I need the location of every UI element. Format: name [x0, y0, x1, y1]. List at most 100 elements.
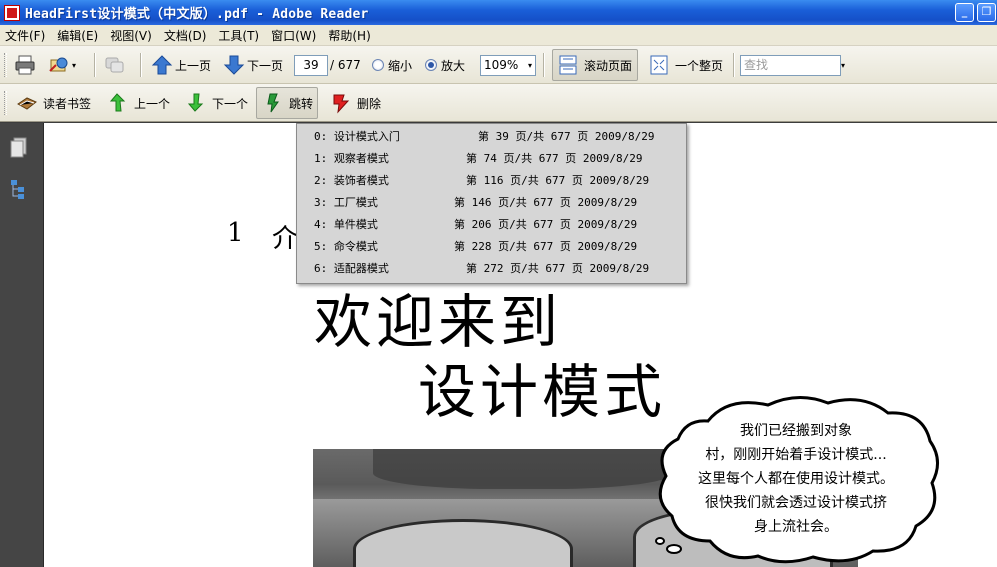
bookmark-info: 第 272 页/共 677 页 2009/8/29	[466, 262, 650, 275]
main-toolbar: ▾ 上一页 下一页 39 / 677 缩小 放大 109% ▾ 滚动页面 一个整…	[0, 46, 997, 84]
bookmark-name: 1: 观察者模式	[314, 152, 389, 165]
chevron-down-icon[interactable]: ▾	[72, 61, 76, 70]
menu-document[interactable]: 文档(D)	[159, 27, 212, 44]
heading-line-2: 设计模式	[418, 358, 667, 426]
zoom-in-label: 放大	[441, 58, 466, 73]
bookmark-info: 第 39 页/共 677 页 2009/8/29	[478, 130, 655, 143]
previous-bookmark-button[interactable]: 上一个	[107, 84, 170, 122]
zoom-out-radio-icon	[372, 59, 384, 71]
bookmark-name: 2: 装饰者模式	[314, 174, 389, 187]
bookmark-info: 第 206 页/共 677 页 2009/8/29	[454, 218, 638, 231]
bookmark-item[interactable]: 1: 观察者模式 第 74 页/共 677 页 2009/8/29	[297, 148, 686, 170]
bookmark-item[interactable]: 0: 设计模式入门 第 39 页/共 677 页 2009/8/29	[297, 126, 686, 148]
bookmark-item[interactable]: 2: 装饰者模式 第 116 页/共 677 页 2009/8/29	[297, 170, 686, 192]
adobe-reader-icon	[4, 4, 20, 21]
find-input[interactable]: 查找	[740, 55, 841, 76]
bookmark-info: 第 74 页/共 677 页 2009/8/29	[466, 152, 643, 165]
menu-help[interactable]: 帮助(H)	[323, 27, 375, 44]
scroll-page-icon	[559, 55, 577, 75]
email-icon	[49, 57, 68, 72]
bubble-line: 很快我们就会透过设计模式挤	[705, 495, 887, 511]
chapter-number: 1	[227, 218, 244, 248]
total-pages: / 677	[330, 58, 361, 72]
zoom-dropdown-icon[interactable]: ▾	[524, 56, 536, 75]
jump-arrow-icon	[267, 93, 279, 113]
collaborate-button[interactable]	[103, 46, 125, 84]
zoom-out-label: 缩小	[388, 58, 413, 73]
delete-pin-icon	[333, 94, 350, 114]
prev-page-label: 上一页	[175, 58, 212, 73]
zoom-out-radio[interactable]: 缩小	[372, 46, 412, 84]
bookmark-name: 3: 工厂模式	[314, 196, 378, 209]
bookmark-name: 4: 单件模式	[314, 218, 378, 231]
scroll-page-label: 滚动页面	[584, 58, 633, 73]
fit-page-icon	[650, 55, 668, 75]
collaborate-icon	[105, 57, 124, 73]
find-dropdown-icon[interactable]: ▾	[841, 55, 851, 76]
green-up-arrow-icon	[109, 93, 126, 112]
bookmark-dropdown: 0: 设计模式入门 第 39 页/共 677 页 2009/8/29 1: 观察…	[296, 123, 687, 284]
green-down-arrow-icon	[187, 93, 204, 112]
scroll-page-content: 滚动页面	[557, 46, 632, 84]
email-button[interactable]: ▾	[48, 46, 76, 84]
toolbar-separator	[94, 53, 96, 77]
thought-bubble-text: 我们已经搬到对象 村，刚刚开始着手设计模式... 这里每个人都在使用设计模式。 …	[668, 419, 924, 539]
menu-edit[interactable]: 编辑(E)	[52, 27, 103, 44]
zoom-in-radio[interactable]: 放大	[425, 46, 465, 84]
book-icon	[17, 97, 37, 110]
bookmarks-panel-icon[interactable]	[10, 179, 28, 201]
toolbar-separator	[543, 53, 545, 77]
jump-label: 跳转	[289, 96, 314, 111]
bubble-line: 我们已经搬到对象	[740, 423, 852, 439]
bubble-line: 村，刚刚开始着手设计模式...	[705, 447, 887, 463]
bookmark-info: 第 146 页/共 677 页 2009/8/29	[454, 196, 638, 209]
toolbar-grip[interactable]	[4, 91, 7, 115]
prev-page-button[interactable]: 上一页	[151, 46, 211, 84]
bookmark-toolbar: 读者书签 上一个 下一个 跳转 删除	[0, 84, 997, 122]
arrow-up-icon	[151, 55, 173, 75]
toolbar-separator	[140, 53, 142, 77]
page-number-input[interactable]: 39	[294, 55, 328, 76]
single-page-label: 一个整页	[675, 58, 724, 73]
bookmark-info: 第 228 页/共 677 页 2009/8/29	[454, 240, 638, 253]
bookmark-name: 5: 命令模式	[314, 240, 378, 253]
bookmark-name: 6: 适配器模式	[314, 262, 389, 275]
printer-icon	[15, 55, 35, 75]
delete-label: 删除	[357, 96, 382, 111]
navigation-panel	[0, 123, 44, 567]
bubble-line: 身上流社会。	[754, 519, 838, 535]
restore-button[interactable]: ❐	[977, 3, 996, 22]
reader-bookmark-button[interactable]: 读者书签	[16, 84, 91, 122]
pages-icon[interactable]	[10, 137, 28, 159]
bookmark-item[interactable]: 6: 适配器模式 第 272 页/共 677 页 2009/8/29	[297, 258, 686, 280]
menu-window[interactable]: 窗口(W)	[266, 27, 321, 44]
print-button[interactable]	[14, 46, 36, 84]
menu-file[interactable]: 文件(F)	[0, 27, 50, 44]
bookmark-name: 0: 设计模式入门	[314, 130, 400, 143]
window-title: HeadFirst设计模式（中文版）.pdf - Adobe Reader	[25, 7, 369, 22]
jump-content: 跳转	[262, 84, 313, 122]
previous-label: 上一个	[134, 96, 171, 111]
next-label: 下一个	[212, 96, 249, 111]
bookmark-item[interactable]: 4: 单件模式 第 206 页/共 677 页 2009/8/29	[297, 214, 686, 236]
single-page-button[interactable]: 一个整页	[648, 46, 723, 84]
next-page-label: 下一页	[247, 58, 284, 73]
minimize-button[interactable]: _	[955, 3, 974, 22]
next-page-button[interactable]: 下一页	[223, 46, 283, 84]
chapter-title: 介	[272, 224, 299, 254]
arrow-down-icon	[223, 55, 245, 75]
menu-bar: 文件(F) 编辑(E) 视图(V) 文档(D) 工具(T) 窗口(W) 帮助(H…	[0, 25, 997, 46]
bubble-line: 这里每个人都在使用设计模式。	[698, 471, 894, 487]
zoom-in-radio-icon	[425, 59, 437, 71]
reader-bookmark-label: 读者书签	[43, 96, 92, 111]
menu-view[interactable]: 视图(V)	[105, 27, 157, 44]
bookmark-info: 第 116 页/共 677 页 2009/8/29	[466, 174, 650, 187]
toolbar-separator	[733, 53, 735, 77]
photo-trees	[373, 449, 673, 489]
delete-bookmark-button[interactable]: 删除	[330, 84, 381, 122]
menu-tools[interactable]: 工具(T)	[213, 27, 264, 44]
toolbar-grip[interactable]	[4, 53, 7, 77]
bookmark-item[interactable]: 3: 工厂模式 第 146 页/共 677 页 2009/8/29	[297, 192, 686, 214]
bookmark-item[interactable]: 5: 命令模式 第 228 页/共 677 页 2009/8/29	[297, 236, 686, 258]
next-bookmark-button[interactable]: 下一个	[185, 84, 248, 122]
